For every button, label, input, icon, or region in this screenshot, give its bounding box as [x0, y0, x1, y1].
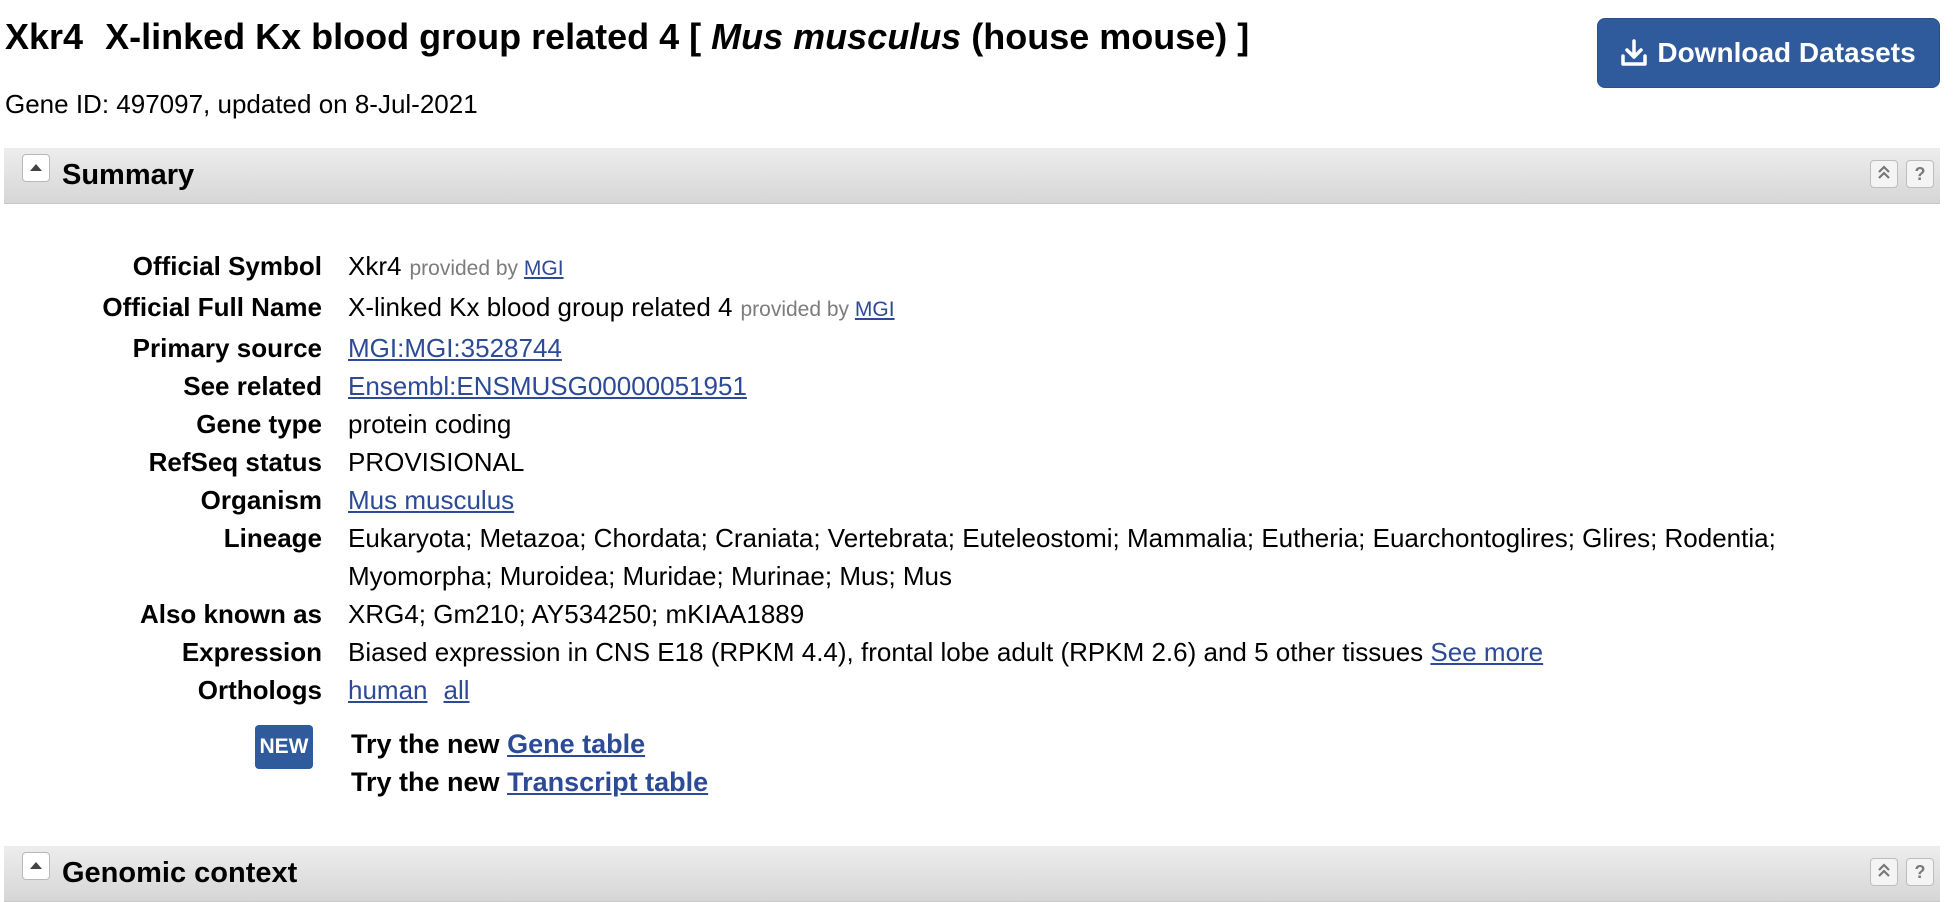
organism-name: Mus musculus	[711, 16, 962, 57]
gene-table-link[interactable]: Gene table	[507, 729, 645, 759]
ensembl-link[interactable]: Ensembl:ENSMUSG00000051951	[348, 371, 747, 401]
scroll-to-top-button[interactable]	[1870, 858, 1898, 886]
scroll-to-top-button[interactable]	[1870, 160, 1898, 188]
genomic-context-collapse-button[interactable]	[22, 852, 50, 880]
summary-row-see-related: See related Ensembl:ENSMUSG00000051951	[0, 367, 1818, 405]
value-refseq-status: PROVISIONAL	[348, 447, 525, 477]
summary-collapse-button[interactable]	[22, 154, 50, 182]
value-official-full-name: X-linked Kx blood group related 4 provide…	[348, 288, 1818, 329]
download-datasets-button[interactable]: Download Datasets	[1597, 18, 1940, 88]
label-also-known-as: Also known as	[139, 599, 322, 629]
summary-row-refseq-status: RefSeq status PROVISIONAL	[0, 443, 1818, 481]
summary-row-organism: Organism Mus musculus	[0, 481, 1818, 519]
value-gene-type: protein coding	[348, 409, 512, 439]
label-organism: Organism	[200, 485, 322, 515]
summary-row-orthologs: Orthologs human all	[0, 671, 1818, 709]
collapse-arrow-icon	[29, 857, 43, 875]
help-icon: ?	[1914, 163, 1926, 184]
label-expression: Expression	[181, 637, 322, 667]
collapse-arrow-icon	[29, 159, 43, 177]
help-icon: ?	[1914, 861, 1926, 882]
mgi-provider-link[interactable]: MGI	[524, 257, 564, 280]
summary-row-official-symbol: Official Symbol Xkr4 provided by MGI	[0, 247, 1818, 288]
gene-symbol: Xkr4	[5, 16, 84, 57]
value-lineage: Eukaryota; Metazoa; Chordata; Craniata; …	[348, 519, 1818, 595]
value-orthologs: human all	[348, 671, 1818, 709]
organism-link[interactable]: Mus musculus	[348, 485, 514, 515]
value-expression: Biased expression in CNS E18 (RPKM 4.4),…	[348, 633, 1818, 671]
label-official-full-name: Official Full Name	[102, 292, 322, 322]
lineage-line-1: Eukaryota; Metazoa; Chordata; Craniata; …	[348, 523, 1776, 553]
try-prefix-text: Try the new	[351, 767, 500, 797]
organism-common-name: (house mouse) ]	[971, 16, 1250, 57]
ortholog-all-link[interactable]: all	[444, 675, 470, 705]
summary-row-gene-type: Gene type protein coding	[0, 405, 1818, 443]
ortholog-human-link[interactable]: human	[348, 675, 428, 705]
summary-table: Official Symbol Xkr4 provided by MGI Offi…	[0, 247, 1818, 709]
summary-section-title: Summary	[62, 159, 195, 191]
label-orthologs: Orthologs	[197, 675, 322, 705]
mgi-provider-link[interactable]: MGI	[855, 298, 895, 321]
scroll-to-top-icon	[1877, 862, 1891, 883]
expression-text: Biased expression in CNS E18 (RPKM 4.4),…	[348, 637, 1424, 667]
label-gene-type: Gene type	[196, 409, 322, 439]
official-full-name-text: X-linked Kx blood group related 4	[348, 292, 733, 322]
value-also-known-as: XRG4; Gm210; AY534250; mKIAA1889	[348, 599, 805, 629]
help-button[interactable]: ?	[1906, 160, 1934, 188]
try-prefix-text: Try the new	[351, 729, 500, 759]
summary-row-lineage: Lineage Eukaryota; Metazoa; Chordata; Cr…	[0, 519, 1818, 595]
transcript-table-link[interactable]: Transcript table	[507, 767, 708, 797]
see-more-link[interactable]: See more	[1430, 637, 1543, 667]
label-see-related: See related	[183, 371, 322, 401]
lineage-line-2: Myomorpha; Muroidea; Muridae; Murinae; M…	[348, 561, 953, 591]
download-datasets-label: Download Datasets	[1657, 37, 1916, 68]
label-official-symbol: Official Symbol	[132, 251, 322, 281]
gene-page: Xkr4 X-linked Kx blood group related 4 [ …	[0, 0, 1960, 902]
scroll-to-top-icon	[1877, 164, 1891, 185]
summary-row-official-full-name: Official Full Name X-linked Kx blood gro…	[0, 288, 1818, 329]
summary-row-also-known-as: Also known as XRG4; Gm210; AY534250; mKI…	[0, 595, 1818, 633]
gene-id-line: Gene ID: 497097, updated on 8-Jul-2021	[5, 89, 478, 119]
new-badge: NEW	[255, 725, 313, 769]
download-icon	[1621, 39, 1648, 67]
summary-row-expression: Expression Biased expression in CNS E18 …	[0, 633, 1818, 671]
try-transcript-table-line: Try the new Transcript table	[351, 763, 708, 801]
help-button[interactable]: ?	[1906, 858, 1934, 886]
summary-row-primary-source: Primary source MGI:MGI:3528744	[0, 329, 1818, 367]
value-official-symbol: Xkr4 provided by MGI	[348, 247, 1818, 288]
primary-source-link[interactable]: MGI:MGI:3528744	[348, 333, 562, 363]
provided-by-text: provided by	[409, 257, 519, 280]
label-lineage: Lineage	[223, 523, 322, 553]
summary-section-header: Summary ?	[4, 148, 1940, 204]
official-symbol-text: Xkr4	[348, 251, 402, 281]
genomic-context-section-title: Genomic context	[62, 857, 298, 889]
try-gene-table-line: Try the new Gene table	[351, 725, 645, 763]
gene-name: X-linked Kx blood group related 4 [	[105, 16, 702, 57]
label-primary-source: Primary source	[132, 333, 322, 363]
page-title: Xkr4 X-linked Kx blood group related 4 [ …	[5, 16, 1249, 57]
label-refseq-status: RefSeq status	[148, 447, 322, 477]
provided-by-text: provided by	[740, 298, 850, 321]
